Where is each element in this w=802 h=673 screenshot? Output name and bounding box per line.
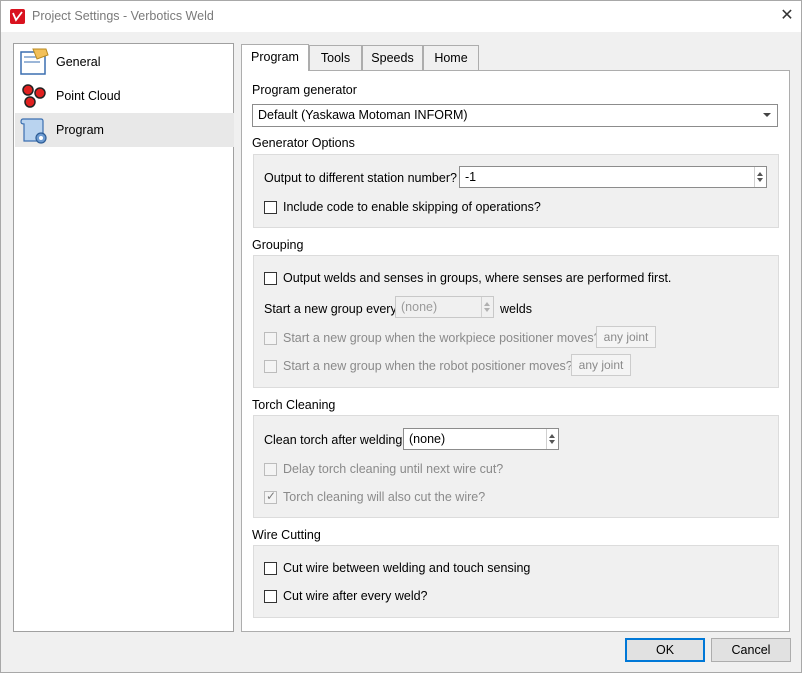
new-group-unit: welds xyxy=(500,302,532,316)
output-groups-label: Output welds and senses in groups, where… xyxy=(283,271,672,285)
checkbox-box[interactable] xyxy=(264,201,277,214)
grouping-title: Grouping xyxy=(252,238,304,252)
cut-wire-every-checkbox[interactable]: Cut wire after every weld? xyxy=(264,589,464,605)
checkbox-box[interactable] xyxy=(264,562,277,575)
cancel-button[interactable]: Cancel xyxy=(711,638,791,662)
cut-wire-between-checkbox[interactable]: Cut wire between welding and touch sensi… xyxy=(264,561,544,577)
ok-button[interactable]: OK xyxy=(625,638,705,662)
delay-torch-cleaning-label: Delay torch cleaning until next wire cut… xyxy=(283,462,504,476)
sidebar-item-label: General xyxy=(56,55,101,69)
spin-down-icon[interactable] xyxy=(484,308,490,312)
settings-sidebar: General Point Cloud Program xyxy=(13,43,234,632)
checkbox-box[interactable] xyxy=(264,272,277,285)
delay-torch-cleaning-checkbox[interactable]: Delay torch cleaning until next wire cut… xyxy=(264,462,524,478)
torch-cuts-wire-checkbox[interactable]: ✓ Torch cleaning will also cut the wire? xyxy=(264,489,504,506)
checkbox-box[interactable] xyxy=(264,590,277,603)
cut-wire-every-label: Cut wire after every weld? xyxy=(283,589,428,603)
window-title: Project Settings - Verbotics Weld xyxy=(32,9,214,23)
sidebar-item-point-cloud[interactable]: Point Cloud xyxy=(15,79,234,113)
output-groups-checkbox[interactable]: Output welds and senses in groups, where… xyxy=(264,271,671,287)
title-bar: Project Settings - Verbotics Weld ✕ xyxy=(1,1,801,32)
checkmark-icon: ✓ xyxy=(266,489,277,503)
station-number-label: Output to different station number? xyxy=(264,171,457,185)
torch-cleaning-title: Torch Cleaning xyxy=(252,398,336,412)
skip-operations-label: Include code to enable skipping of opera… xyxy=(283,200,541,214)
tab-tools[interactable]: Tools xyxy=(309,45,362,70)
new-group-spinbox[interactable]: (none) xyxy=(395,296,494,318)
station-number-value: -1 xyxy=(465,170,477,184)
robot-joint-button[interactable]: any joint xyxy=(571,354,631,376)
hand-form-icon xyxy=(19,47,49,77)
wire-cutting-group xyxy=(253,545,779,618)
tab-program[interactable]: Program xyxy=(241,44,309,71)
cut-wire-between-label: Cut wire between welding and touch sensi… xyxy=(283,561,531,575)
spin-down-icon[interactable] xyxy=(757,178,763,182)
spin-up-icon[interactable] xyxy=(549,434,555,438)
workpiece-positioner-checkbox[interactable]: Start a new group when the workpiece pos… xyxy=(264,331,601,347)
sidebar-item-program[interactable]: Program xyxy=(15,113,234,147)
station-number-spinbox[interactable]: -1 xyxy=(459,166,767,188)
torch-cuts-wire-label: Torch cleaning will also cut the wire? xyxy=(283,490,486,504)
clean-torch-label: Clean torch after welding xyxy=(264,433,403,447)
sidebar-item-label: Point Cloud xyxy=(56,89,121,103)
robot-positioner-checkbox[interactable]: Start a new group when the robot positio… xyxy=(264,359,573,375)
tab-speeds[interactable]: Speeds xyxy=(362,45,423,70)
checkbox-box[interactable] xyxy=(264,360,277,373)
close-icon[interactable]: ✕ xyxy=(773,5,801,27)
workpiece-positioner-label: Start a new group when the workpiece pos… xyxy=(283,331,601,345)
tab-home[interactable]: Home xyxy=(423,45,479,70)
clean-torch-spinbox[interactable]: (none) xyxy=(403,428,559,450)
chevron-down-icon xyxy=(763,113,771,117)
project-settings-window: Project Settings - Verbotics Weld ✕ Gene… xyxy=(0,0,802,673)
program-generator-label: Program generator xyxy=(252,83,357,97)
red-dots-icon xyxy=(19,81,49,111)
spin-down-icon[interactable] xyxy=(549,440,555,444)
scroll-gear-icon xyxy=(19,115,49,145)
program-generator-select[interactable]: Default (Yaskawa Motoman INFORM) xyxy=(252,104,778,127)
spin-up-icon[interactable] xyxy=(757,172,763,176)
generator-options-title: Generator Options xyxy=(252,136,355,150)
workpiece-joint-button[interactable]: any joint xyxy=(596,326,656,348)
verbotics-logo-icon xyxy=(10,9,25,24)
spin-up-icon[interactable] xyxy=(484,302,490,306)
checkbox-box[interactable] xyxy=(264,332,277,345)
program-generator-value: Default (Yaskawa Motoman INFORM) xyxy=(258,108,468,122)
skip-operations-checkbox[interactable]: Include code to enable skipping of opera… xyxy=(264,200,564,216)
new-group-label: Start a new group every xyxy=(264,302,397,316)
new-group-value: (none) xyxy=(401,300,438,314)
checkbox-box[interactable]: ✓ xyxy=(264,489,277,504)
checkbox-box[interactable] xyxy=(264,463,277,476)
wire-cutting-title: Wire Cutting xyxy=(252,528,321,542)
clean-torch-value: (none) xyxy=(409,432,446,446)
sidebar-item-label: Program xyxy=(56,123,104,137)
sidebar-item-general[interactable]: General xyxy=(15,45,234,79)
robot-positioner-label: Start a new group when the robot positio… xyxy=(283,359,573,373)
